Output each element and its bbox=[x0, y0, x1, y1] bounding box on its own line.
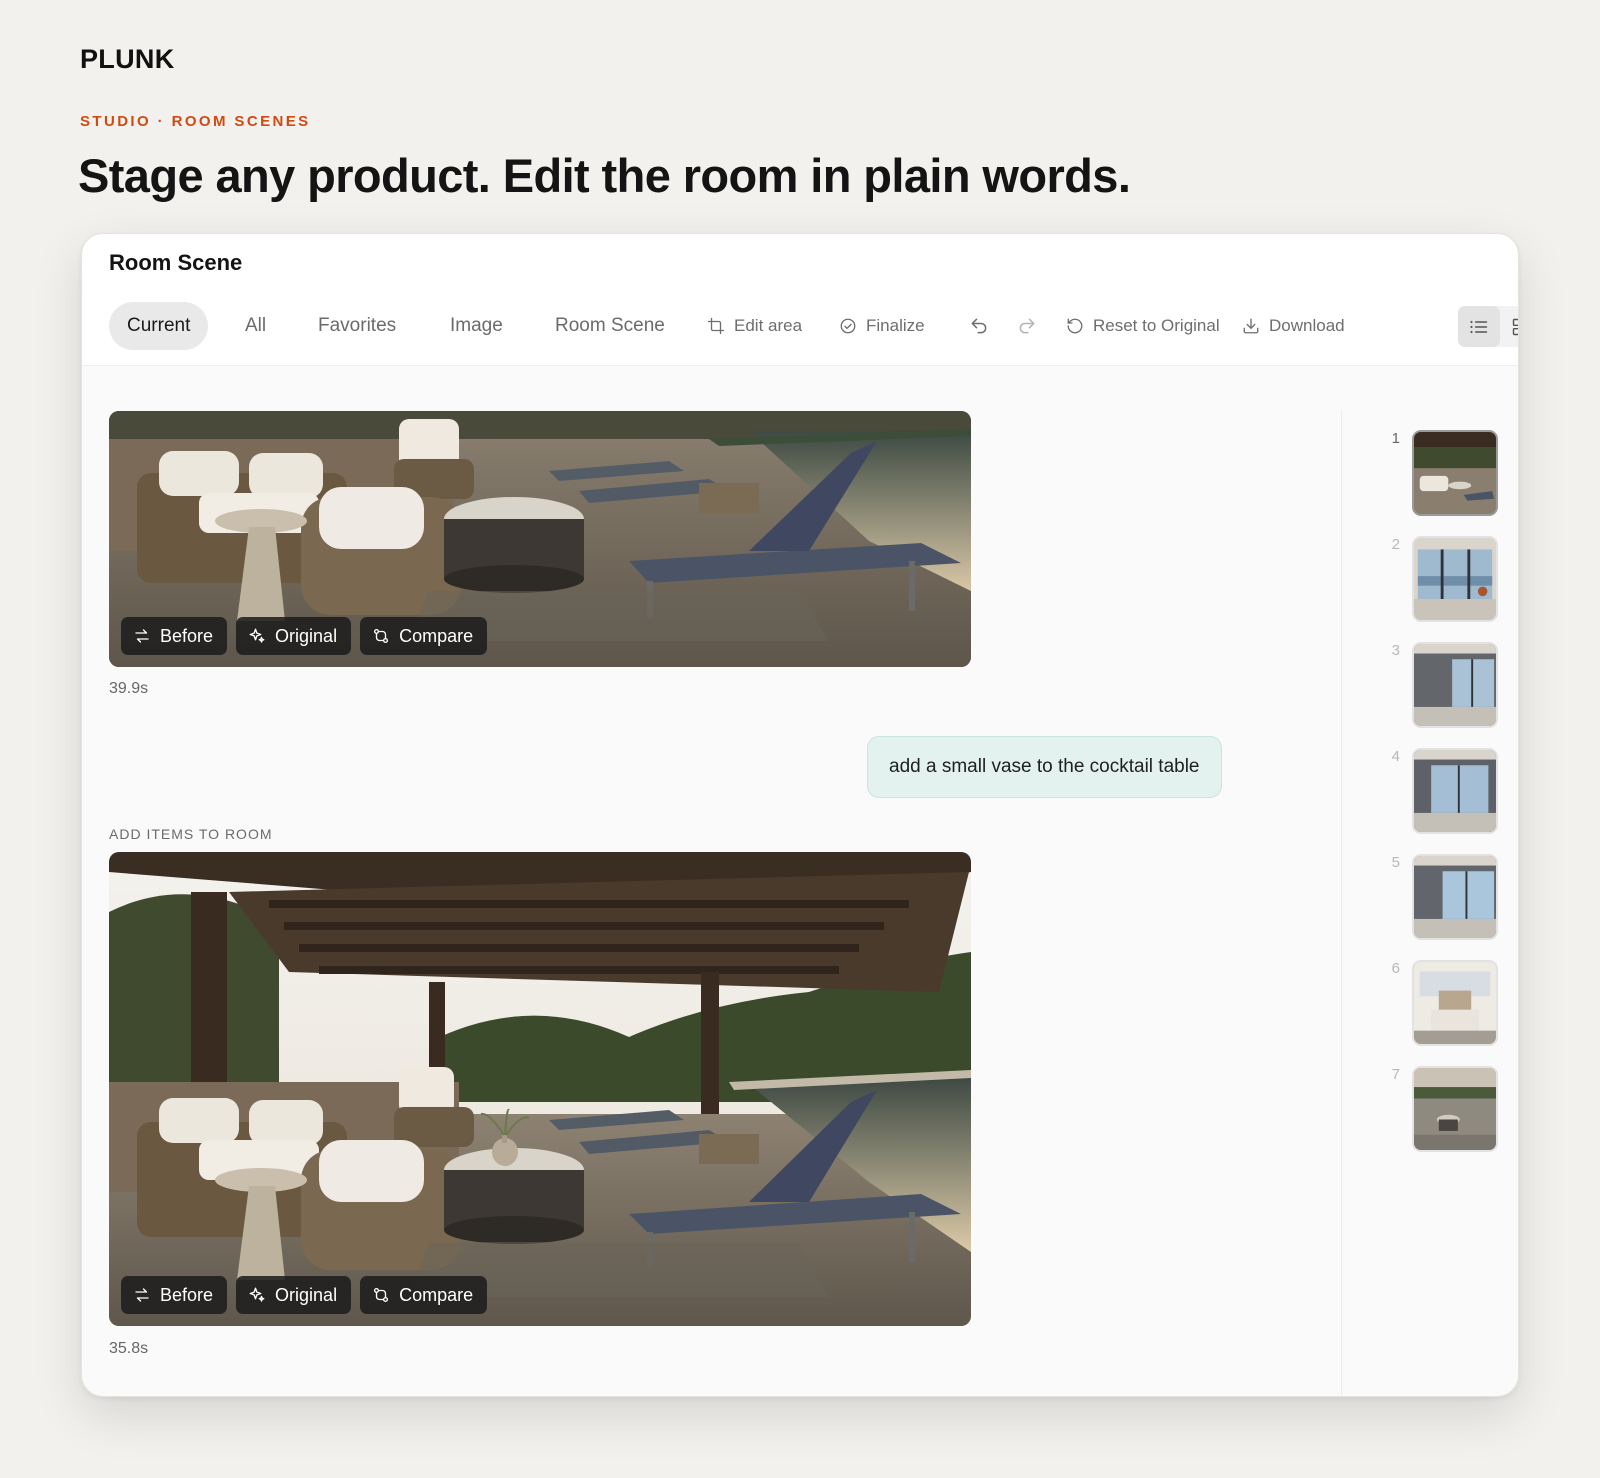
before-label: Before bbox=[160, 1284, 214, 1305]
overlay-buttons-2: Before Original Compare bbox=[121, 1276, 488, 1314]
download-icon bbox=[1243, 318, 1259, 334]
tab-all-label: All bbox=[245, 315, 267, 336]
scene-image-1[interactable]: Before Original Compare bbox=[109, 411, 971, 667]
thumbnail-image[interactable] bbox=[1412, 642, 1498, 728]
prompt-text: add a small vase to the cocktail table bbox=[889, 756, 1200, 777]
room-scene-panel: Room Scene Current All Favorites Image R… bbox=[81, 233, 1519, 1397]
swap-icon bbox=[135, 1288, 149, 1302]
grey-room-window-thumbnail-image bbox=[1414, 750, 1496, 832]
original-button[interactable]: Original bbox=[236, 617, 352, 655]
page-headline: Stage any product. Edit the room in plai… bbox=[78, 149, 1131, 202]
thumbnail-number: 7 bbox=[1391, 1066, 1400, 1083]
thumbnail-number: 5 bbox=[1391, 854, 1400, 871]
toolbar: Current All Favorites Image Room Scene E… bbox=[109, 302, 1518, 350]
thumbnail-image[interactable] bbox=[1412, 536, 1498, 622]
download-label: Download bbox=[1269, 316, 1345, 335]
outdoor-terrace-thumbnail-image bbox=[1414, 1068, 1496, 1150]
thumbnail-image[interactable] bbox=[1412, 960, 1498, 1046]
thumbnail-item-3[interactable]: 3 bbox=[1382, 642, 1502, 732]
tab-favorites-label: Favorites bbox=[318, 315, 397, 336]
tab-all[interactable]: All bbox=[245, 302, 266, 350]
thumbnail-number: 4 bbox=[1391, 748, 1400, 765]
generation-time-1: 39.9s bbox=[109, 680, 149, 697]
thumbnail-number: 1 bbox=[1391, 430, 1400, 447]
thumbnail-image[interactable] bbox=[1412, 1066, 1498, 1152]
grid-view-button[interactable] bbox=[1500, 306, 1518, 347]
compare-icon bbox=[374, 628, 389, 644]
edit-area-label: Edit area bbox=[734, 316, 803, 335]
before-button[interactable]: Before bbox=[121, 1276, 228, 1314]
brand-logo[interactable]: PLUNK bbox=[80, 44, 175, 75]
thumbnail-item-2[interactable]: 2 bbox=[1382, 536, 1502, 626]
generation-time-2: 35.8s bbox=[109, 1340, 149, 1357]
thumbnail-item-1[interactable]: 1 bbox=[1382, 430, 1502, 520]
redo-icon bbox=[1019, 318, 1035, 334]
panel-title: Room Scene bbox=[109, 250, 243, 275]
tab-room-scene-label: Room Scene bbox=[555, 315, 665, 336]
original-label: Original bbox=[275, 1284, 338, 1305]
sparkle-icon bbox=[249, 628, 265, 643]
thumbnail-item-4[interactable]: 4 bbox=[1382, 748, 1502, 838]
bedroom-thumbnail-image bbox=[1414, 962, 1496, 1044]
thumbnail-image[interactable] bbox=[1412, 748, 1498, 834]
tab-image[interactable]: Image bbox=[450, 302, 503, 350]
thumbnail-number: 6 bbox=[1391, 960, 1400, 977]
crop-icon bbox=[707, 317, 725, 335]
thumbnail-item-6[interactable]: 6 bbox=[1382, 960, 1502, 1050]
tab-current[interactable]: Current bbox=[109, 302, 209, 350]
pergola-thumbnail-image bbox=[1414, 432, 1496, 514]
rail-divider bbox=[1341, 410, 1342, 1396]
check-circle-icon bbox=[840, 318, 856, 334]
tab-current-label: Current bbox=[127, 315, 191, 336]
reset-label: Reset to Original bbox=[1093, 316, 1220, 335]
view-toggle bbox=[1458, 306, 1518, 347]
finalize-button[interactable]: Finalize bbox=[839, 302, 925, 350]
thumbnail-image[interactable] bbox=[1412, 430, 1498, 516]
swap-icon bbox=[135, 629, 149, 643]
compare-label: Compare bbox=[399, 1284, 474, 1305]
finalize-label: Finalize bbox=[866, 316, 925, 335]
before-label: Before bbox=[160, 625, 214, 646]
tab-image-label: Image bbox=[450, 315, 503, 336]
grey-room-thumbnail-image bbox=[1414, 644, 1496, 726]
redo-button[interactable] bbox=[1017, 302, 1037, 350]
compare-label: Compare bbox=[399, 625, 474, 646]
reset-icon bbox=[1067, 318, 1083, 334]
panel-header: Room Scene Current All Favorites Image R… bbox=[82, 234, 1518, 366]
sparkle-icon bbox=[249, 1287, 265, 1302]
edit-area-button[interactable]: Edit area bbox=[707, 302, 802, 350]
download-button[interactable]: Download bbox=[1242, 302, 1345, 350]
thumbnail-item-5[interactable]: 5 bbox=[1382, 854, 1502, 944]
compare-button[interactable]: Compare bbox=[360, 617, 488, 655]
undo-button[interactable] bbox=[969, 302, 989, 350]
before-button[interactable]: Before bbox=[121, 617, 228, 655]
compare-button[interactable]: Compare bbox=[360, 1276, 488, 1314]
list-view-button[interactable] bbox=[1458, 306, 1500, 347]
window-room-thumbnail-image bbox=[1414, 538, 1496, 620]
thumbnail-number: 3 bbox=[1391, 642, 1400, 659]
original-button[interactable]: Original bbox=[236, 1276, 352, 1314]
scene-image-2[interactable]: Before Original Compare bbox=[109, 852, 971, 1326]
patio-pergola-scene-image bbox=[109, 852, 971, 1326]
overlay-buttons-1: Before Original Compare bbox=[121, 617, 488, 655]
undo-icon bbox=[971, 318, 987, 334]
original-label: Original bbox=[275, 625, 338, 646]
list-view-icon bbox=[1470, 320, 1488, 333]
section-label: ADD ITEMS TO ROOM bbox=[109, 826, 273, 842]
thumbnail-item-7[interactable]: 7 bbox=[1382, 1066, 1502, 1156]
eyebrow-label: STUDIO · ROOM SCENES bbox=[80, 113, 311, 130]
tab-favorites[interactable]: Favorites bbox=[318, 302, 396, 350]
prompt-bubble: add a small vase to the cocktail table bbox=[867, 736, 1222, 798]
compare-icon bbox=[374, 1287, 389, 1303]
grid-view-icon bbox=[1512, 318, 1518, 335]
thumbnail-image[interactable] bbox=[1412, 854, 1498, 940]
tab-room-scene[interactable]: Room Scene bbox=[555, 302, 665, 350]
blue-room-thumbnail-image bbox=[1414, 856, 1496, 938]
reset-to-original-button[interactable]: Reset to Original bbox=[1066, 302, 1220, 350]
thumbnail-number: 2 bbox=[1391, 536, 1400, 553]
